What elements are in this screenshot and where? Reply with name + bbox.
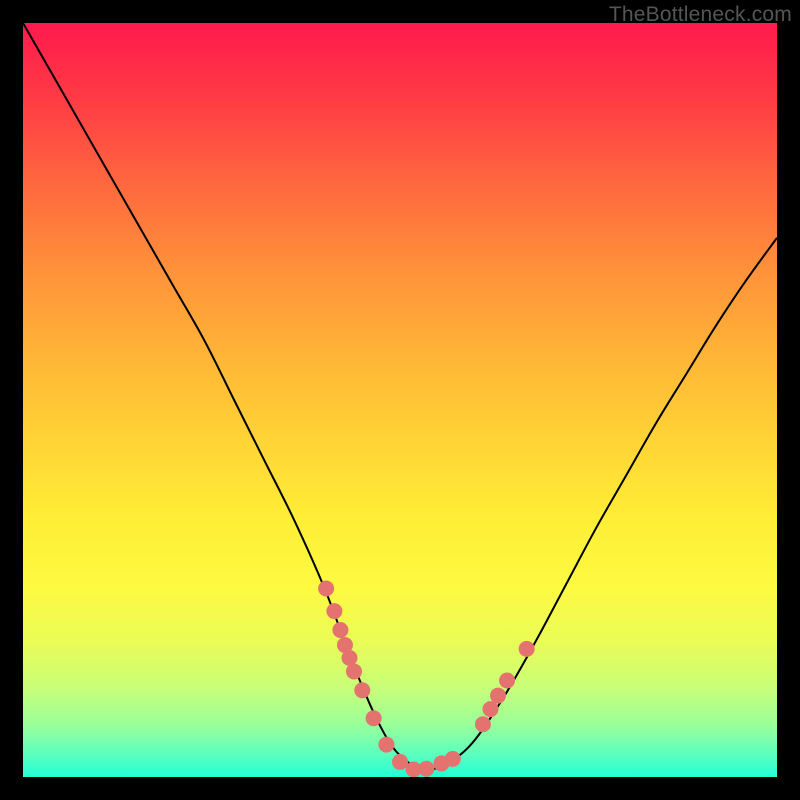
data-marker — [392, 754, 408, 770]
data-marker — [332, 622, 348, 638]
data-marker — [366, 710, 382, 726]
data-marker — [418, 761, 434, 777]
curve-svg — [23, 23, 777, 777]
data-marker — [519, 641, 535, 657]
data-marker — [354, 682, 370, 698]
data-marker — [482, 701, 498, 717]
data-marker — [341, 650, 357, 666]
data-marker — [499, 672, 515, 688]
data-marker — [475, 716, 491, 732]
data-marker — [445, 751, 461, 767]
marker-group — [318, 581, 535, 778]
plot-area — [23, 23, 777, 777]
data-marker — [490, 688, 506, 704]
bottleneck-curve — [23, 23, 777, 770]
data-marker — [346, 663, 362, 679]
data-marker — [378, 737, 394, 753]
data-marker — [318, 581, 334, 597]
data-marker — [326, 603, 342, 619]
chart-frame: TheBottleneck.com — [0, 0, 800, 800]
